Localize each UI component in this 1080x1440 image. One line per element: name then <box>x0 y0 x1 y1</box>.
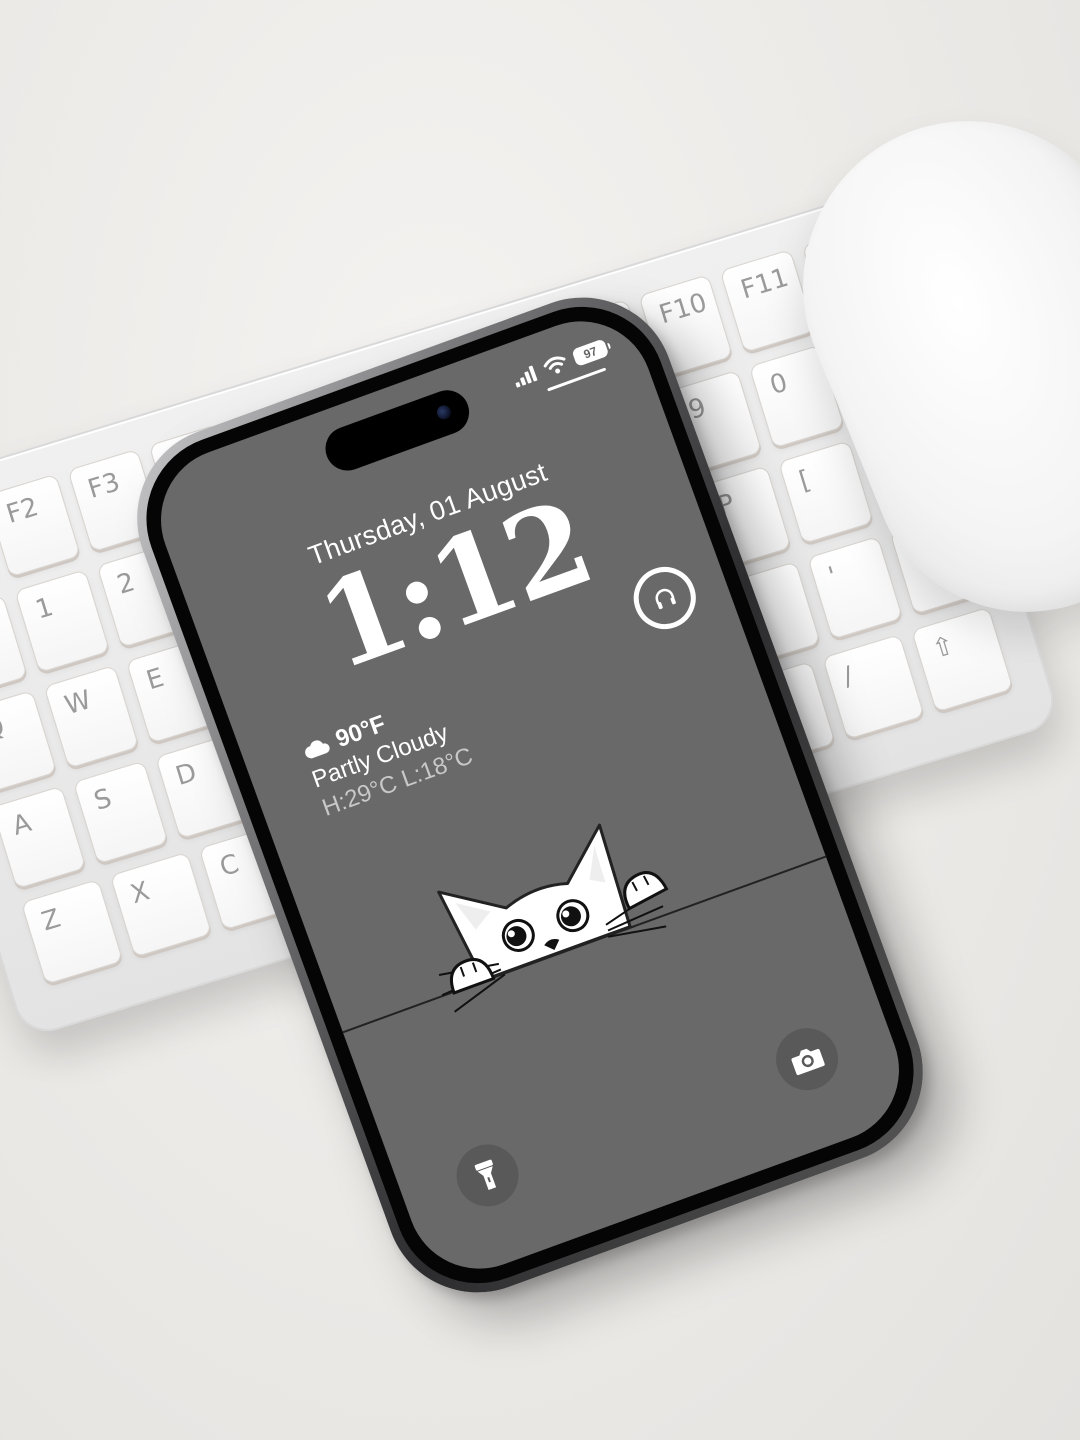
keyboard-key-label: Z <box>38 903 65 938</box>
keyboard-key: F11 <box>719 249 816 353</box>
keyboard-key-label: 1 <box>32 592 57 626</box>
keyboard-key-label: A <box>9 807 35 842</box>
keyboard-key-label: / <box>839 661 857 693</box>
keyboard-key: ' <box>807 536 903 640</box>
keyboard-key-label: E <box>143 662 168 697</box>
keyboard-key: / <box>821 633 925 740</box>
weather-widget[interactable]: 90°F Partly Cloudy H:29°C L:18°C <box>298 685 477 824</box>
keyboard-key-label: [ <box>795 465 815 497</box>
keyboard-key-label: S <box>90 783 116 817</box>
battery-indicator: 97 <box>571 338 610 367</box>
cloud-icon <box>305 740 330 759</box>
keyboard-key-label: F10 <box>655 287 711 331</box>
keyboard-key-label: Q <box>0 711 9 747</box>
keyboard-key-label: 2 <box>113 567 139 601</box>
keyboard-key-label: F3 <box>84 467 124 506</box>
keyboard-key: S <box>73 760 169 865</box>
keyboard-key-label: D <box>172 757 201 792</box>
keyboard-key-label: W <box>61 685 95 722</box>
keyboard-key-label: ' <box>825 561 841 593</box>
keyboard-key: F2 <box>0 473 81 578</box>
cellular-signal-icon <box>515 365 538 388</box>
headphones-icon <box>655 588 676 610</box>
status-bar: 97 <box>511 338 610 388</box>
keyboard-key-label: ⇧ <box>928 630 959 666</box>
keyboard-key-label: C <box>216 848 243 883</box>
keyboard-key: A <box>0 785 87 890</box>
keyboard-key-label: 0 <box>766 367 792 402</box>
front-camera <box>434 403 453 422</box>
wifi-icon <box>543 356 566 374</box>
keyboard-key: 1 <box>14 569 110 674</box>
keyboard-key-label: F11 <box>737 262 793 306</box>
keyboard-key: ⇧ <box>910 606 1014 713</box>
keyboard-key: Z <box>20 878 124 985</box>
keyboard-key: X <box>109 851 213 958</box>
keyboard-key-label: X <box>127 876 154 911</box>
camera-button[interactable] <box>767 1019 847 1099</box>
dynamic-island <box>319 384 476 477</box>
flashlight-icon <box>474 1159 497 1190</box>
keyboard-key-label: F2 <box>2 492 42 530</box>
camera-icon <box>791 1048 825 1076</box>
keyboard-key: W <box>43 664 140 769</box>
flashlight-button[interactable] <box>447 1135 528 1216</box>
